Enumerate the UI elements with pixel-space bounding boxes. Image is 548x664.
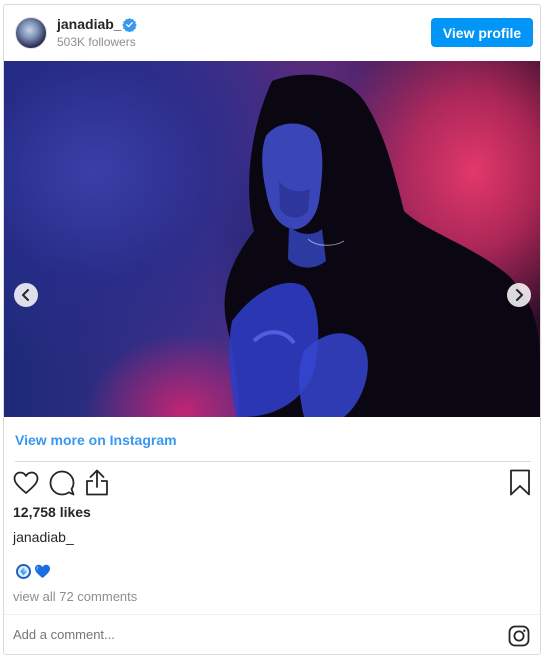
divider <box>15 461 531 462</box>
previous-slide-button[interactable] <box>14 283 38 307</box>
instagram-logo-icon[interactable] <box>508 625 530 647</box>
caption-username[interactable]: janadiab_ <box>13 529 74 545</box>
post-photo[interactable] <box>4 61 540 417</box>
view-profile-button[interactable]: View profile <box>431 18 533 47</box>
view-more-on-instagram-link[interactable]: View more on Instagram <box>15 432 177 448</box>
caption-emojis <box>15 563 51 580</box>
comment-icon[interactable] <box>49 470 75 496</box>
instagram-embed-card: janadiab_ 503K followers View profile Vi… <box>3 4 541 655</box>
avatar[interactable] <box>15 17 47 49</box>
post-header: janadiab_ 503K followers View profile <box>4 5 540 61</box>
followers-count: 503K followers <box>57 35 136 49</box>
divider <box>4 614 540 615</box>
bookmark-icon[interactable] <box>509 469 531 496</box>
next-slide-button[interactable] <box>507 283 531 307</box>
blue-heart-emoji-icon <box>35 564 50 578</box>
heart-icon[interactable] <box>13 471 39 495</box>
add-comment-input[interactable] <box>13 627 313 642</box>
chevron-right-icon <box>516 289 523 301</box>
blue-gem-emoji-icon <box>16 564 31 579</box>
share-icon[interactable] <box>85 469 109 496</box>
username[interactable]: janadiab_ <box>57 16 122 32</box>
portrait-figure <box>224 74 540 417</box>
verified-badge-icon <box>122 17 137 32</box>
view-all-comments-link[interactable]: view all 72 comments <box>13 589 137 604</box>
likes-count[interactable]: 12,758 likes <box>13 504 91 520</box>
chevron-left-icon <box>22 289 29 301</box>
